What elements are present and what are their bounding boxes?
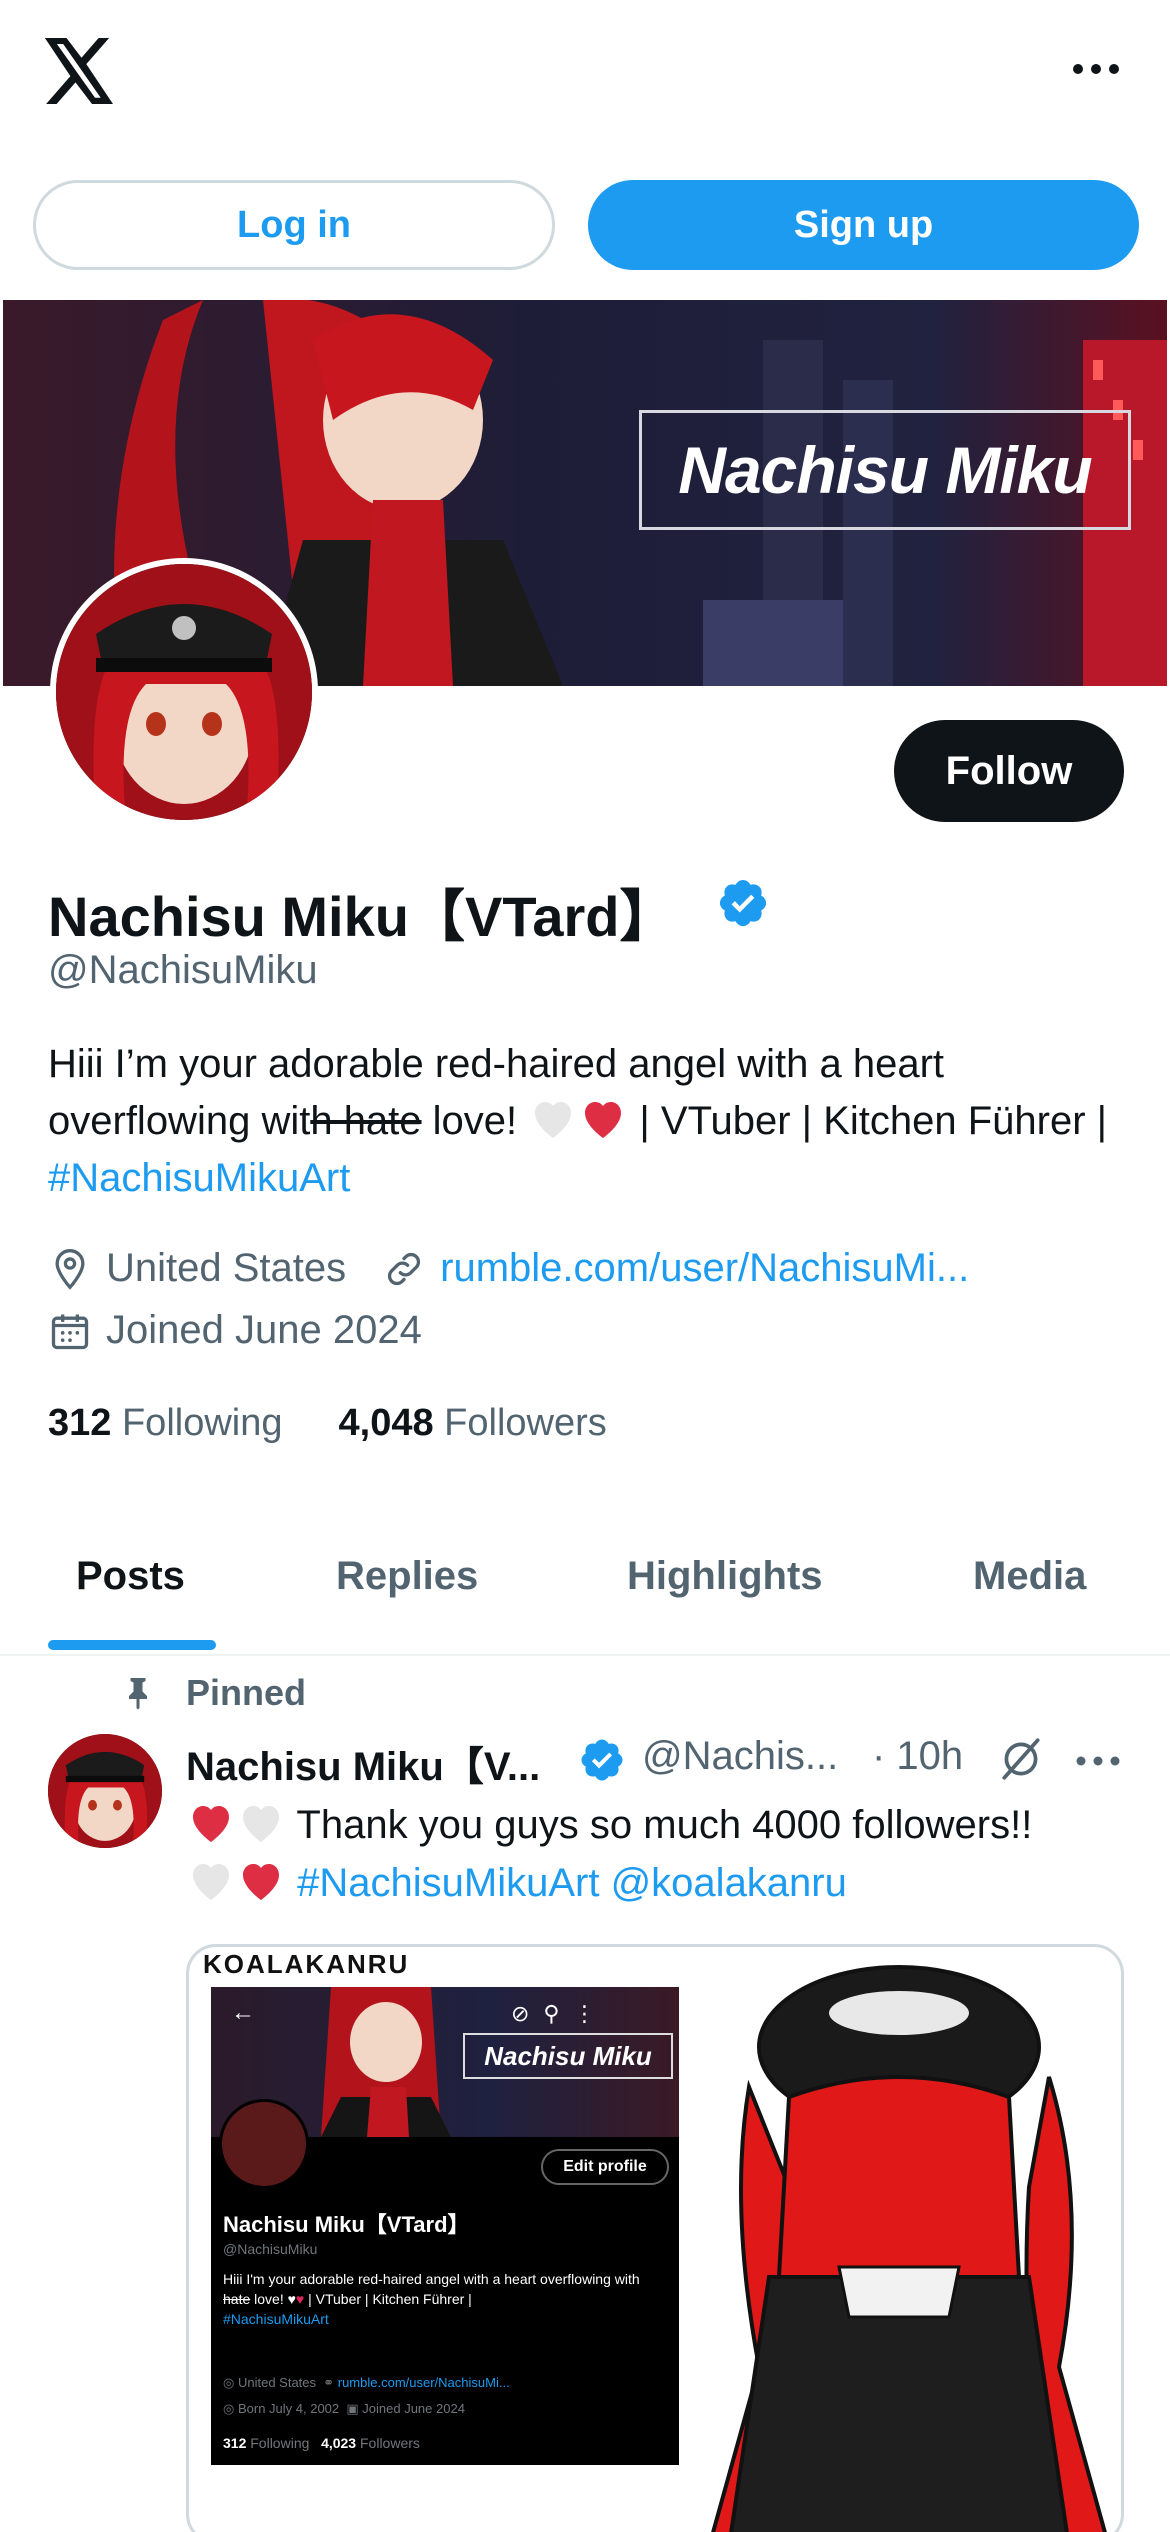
post-author-handle[interactable]: @Nachis... [642, 1734, 838, 1779]
post-text-main: Thank you guys so much 4000 followers!! [286, 1803, 1033, 1847]
tab-posts[interactable]: Posts [76, 1554, 185, 1599]
white-heart-icon [193, 1864, 229, 1900]
bio-hashtag-link[interactable]: #NachisuMikuArt [48, 1156, 350, 1200]
post-timestamp[interactable]: · 10h [872, 1734, 963, 1779]
inner-bio-1: Hiii I'm your adorable red-haired angel … [223, 2271, 640, 2287]
inner-avatar [219, 2099, 309, 2189]
tab-media[interactable]: Media [973, 1554, 1086, 1599]
inner-website: rumble.com/user/NachisuMi... [337, 2375, 510, 2390]
inner-bio-strike: hate [223, 2291, 251, 2307]
more-horizontal-icon[interactable] [1066, 54, 1126, 84]
profile-joined-date: Joined June 2024 [106, 1308, 422, 1352]
character-back-drawing [711, 1965, 1107, 2532]
red-heart-icon [585, 1102, 622, 1138]
post-media-image[interactable]: KOALAKANRU ← ⊘⚲⋮ Nachisu Miku Edit profi… [186, 1944, 1124, 2532]
red-heart-icon [193, 1806, 229, 1842]
inner-followers-label: Followers [360, 2435, 420, 2451]
profile-stats: 312 Following 4,048 Followers [48, 1402, 607, 1445]
followers-stat[interactable]: 4,048 Followers [339, 1402, 607, 1445]
x-logo-icon[interactable] [44, 38, 116, 104]
following-count: 312 [48, 1402, 112, 1444]
profile-display-name: Nachisu Miku【VTard】 [48, 885, 676, 948]
calendar-icon [51, 1314, 89, 1349]
inner-joined: Joined June 2024 [362, 2401, 465, 2416]
pinned-indicator: Pinned [120, 1672, 306, 1714]
inner-banner-title: Nachisu Miku [463, 2033, 673, 2079]
inner-edit-profile-button: Edit profile [541, 2149, 669, 2185]
post-mention-link[interactable]: @koalakanru [611, 1861, 847, 1905]
following-stat[interactable]: 312 Following [48, 1402, 283, 1445]
inner-following-count: 312 [223, 2435, 247, 2451]
followers-count: 4,048 [338, 1402, 434, 1444]
profile-handle: @NachisuMiku [48, 948, 318, 992]
post-author-name[interactable]: Nachisu Miku【V... [186, 1734, 540, 1792]
inner-bio-2: love! [250, 2291, 288, 2307]
profile-avatar[interactable] [50, 558, 318, 826]
follow-button[interactable]: Follow [894, 720, 1124, 822]
inner-born: Born July 4, 2002 [237, 2401, 340, 2416]
inner-white-heart-icon: ♥ [287, 2291, 296, 2307]
bio-text-3: | VTuber | Kitchen Führer | [628, 1099, 1108, 1143]
inner-location: United States [237, 2375, 317, 2390]
following-label: Following [121, 1402, 283, 1444]
red-heart-icon [243, 1864, 279, 1900]
profile-meta-row: United States rumble.com/user/NachisuMi.… [48, 1246, 969, 1291]
profile-tabs: Posts Replies Highlights Media [0, 1520, 1170, 1656]
location-pin-icon [55, 1248, 85, 1290]
link-icon [388, 1252, 421, 1285]
white-heart-icon [243, 1806, 279, 1842]
bio-text-2: love! [421, 1099, 529, 1143]
inner-profile-screenshot: ← ⊘⚲⋮ Nachisu Miku Edit profile Nachisu … [211, 1987, 679, 2465]
white-heart-icon [535, 1102, 572, 1138]
verified-badge-icon[interactable] [716, 876, 770, 930]
tab-highlights[interactable]: Highlights [627, 1554, 823, 1599]
log-in-button[interactable]: Log in [33, 180, 555, 270]
post-hashtag-link[interactable]: #NachisuMikuArt [297, 1861, 599, 1905]
top-bar [0, 0, 1170, 160]
pin-icon [129, 1678, 147, 1710]
sign-up-button[interactable]: Sign up [588, 180, 1139, 270]
inner-bio-3: | VTuber | Kitchen Führer | [304, 2291, 472, 2307]
bio-strike-text: h hate [310, 1099, 422, 1143]
artist-signature: KOALAKANRU [203, 1949, 410, 1979]
post-more-icon[interactable] [1074, 1754, 1122, 1768]
profile-website-link[interactable]: rumble.com/user/NachisuMi... [440, 1246, 969, 1291]
pinned-label: Pinned [186, 1672, 307, 1713]
inner-display-name: Nachisu Miku【VTard】 [223, 2212, 470, 2237]
inner-followers-count: 4,023 [321, 2435, 357, 2451]
inner-bio: Hiii I'm your adorable red-haired angel … [223, 2269, 663, 2329]
inner-meta-row-2: ◎ Born July 4, 2002 ▣ Joined June 2024 [223, 2401, 465, 2416]
post-author-avatar[interactable] [48, 1734, 162, 1848]
post-text: Thank you guys so much 4000 followers!! … [186, 1796, 1146, 1912]
grok-icon[interactable] [996, 1734, 1046, 1784]
post-avatar-artwork [48, 1734, 162, 1848]
avatar-artwork [56, 564, 312, 820]
inner-stats: 312 Following 4,023 Followers [223, 2435, 420, 2451]
profile-joined-row: Joined June 2024 [48, 1308, 422, 1353]
followers-label: Followers [444, 1402, 607, 1444]
post-verified-badge-icon[interactable] [578, 1736, 626, 1784]
active-tab-indicator [48, 1640, 216, 1650]
inner-toolbar-icons: ⊘⚲⋮ [511, 2001, 610, 2026]
inner-pink-heart-icon: ♥ [295, 2291, 305, 2307]
profile-bio: Hiii I’m your adorable red-haired angel … [48, 1036, 1128, 1207]
inner-following-label: Following [250, 2435, 310, 2451]
inner-back-arrow-icon: ← [231, 1999, 255, 2026]
post-header: Nachisu Miku【V... @Nachis... · 10h [186, 1734, 1126, 1790]
inner-bio-tag: #NachisuMikuArt [223, 2311, 329, 2327]
profile-location: United States [106, 1246, 347, 1290]
banner-title-text: Nachisu Miku [639, 410, 1131, 530]
tab-replies[interactable]: Replies [336, 1554, 478, 1599]
inner-meta-row-1: ◎ United States ⚭ rumble.com/user/Nachis… [223, 2375, 510, 2390]
inner-handle: @NachisuMiku [223, 2241, 318, 2257]
